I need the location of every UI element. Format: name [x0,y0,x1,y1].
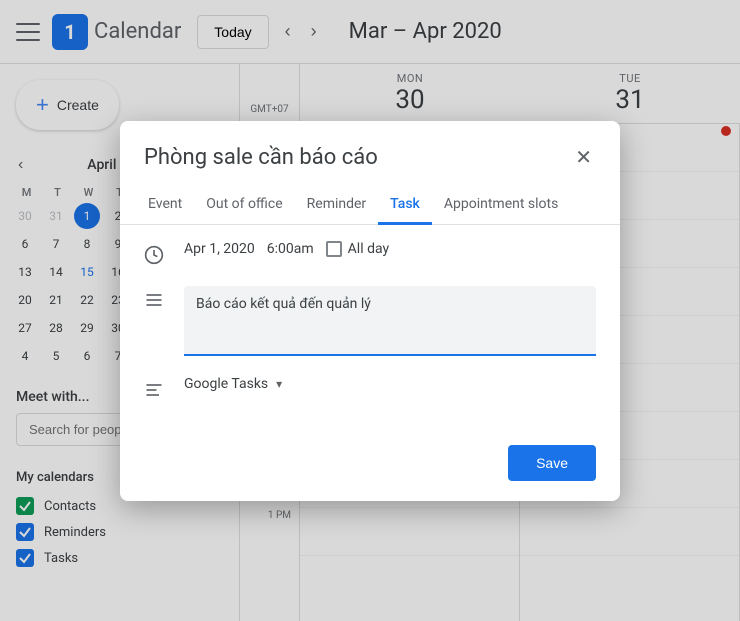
event-date: Apr 1, 2020 [184,241,255,257]
modal-tabs: EventOut of officeReminderTaskAppointmen… [120,186,620,225]
description-content [184,286,596,360]
event-time: 6:00am [267,241,314,257]
description-row [144,286,596,360]
modal-tab-reminder[interactable]: Reminder [295,186,379,225]
modal-tab-task[interactable]: Task [378,186,432,225]
tasks-list-icon [144,380,168,405]
modal-body: Apr 1, 2020 6:00am All day [120,225,620,437]
event-modal: Phòng sale cần báo cáo ✕ EventOut of off… [120,121,620,501]
dropdown-arrow[interactable]: ▾ [276,377,282,391]
modal-close-button[interactable]: ✕ [571,141,596,174]
modal-tab-out-of-office[interactable]: Out of office [194,186,294,225]
clock-icon [144,245,168,270]
save-button[interactable]: Save [508,445,596,481]
tasks-list-label: Google Tasks [184,376,268,392]
modal-footer: Save [120,437,620,501]
allday-check[interactable]: All day [326,241,389,257]
modal-title-bar: Phòng sale cần báo cáo ✕ [120,121,620,186]
tasks-dropdown-row: Google Tasks ▾ [184,376,282,392]
tasks-row: Google Tasks ▾ [144,376,596,405]
modal-title: Phòng sale cần báo cáo [144,145,378,170]
modal-tab-event[interactable]: Event [136,186,194,225]
date-time-row: Apr 1, 2020 6:00am All day [184,241,596,257]
allday-checkbox[interactable] [326,241,342,257]
list-icon [144,290,168,315]
datetime-content: Apr 1, 2020 6:00am All day [184,241,596,257]
description-input[interactable] [184,286,596,356]
modal-overlay[interactable]: Phòng sale cần báo cáo ✕ EventOut of off… [0,0,740,621]
modal-tab-appointment-slots[interactable]: Appointment slots [432,186,570,225]
datetime-row: Apr 1, 2020 6:00am All day [144,241,596,270]
allday-label: All day [348,241,389,257]
